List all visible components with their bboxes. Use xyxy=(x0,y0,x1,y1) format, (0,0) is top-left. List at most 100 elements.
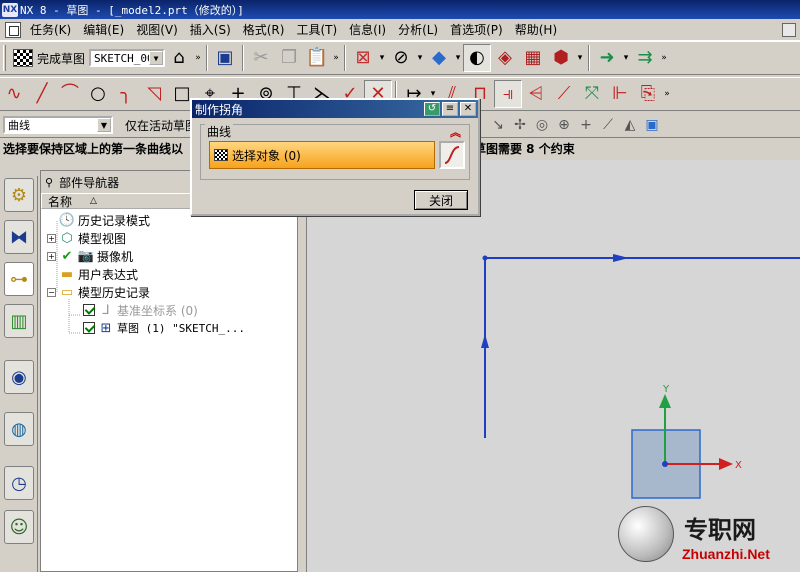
axis-x-label: X xyxy=(735,460,742,471)
collapse-chevron-icon[interactable]: ︽ xyxy=(450,124,461,140)
library-books-icon: ▥ xyxy=(10,310,28,332)
tree-row-label: 模型视图 xyxy=(78,231,127,246)
menu-info[interactable]: 信息(I) xyxy=(343,21,392,38)
clock-icon: ◷ xyxy=(11,472,27,494)
show-dof-button[interactable]: ⩤ xyxy=(522,80,550,108)
collapse-minus-icon[interactable]: − xyxy=(47,287,56,297)
tree-row-model-views[interactable]: + ⬡ 模型视图 xyxy=(41,229,297,247)
layer-button[interactable]: ⬢ xyxy=(547,44,575,72)
menu-help[interactable]: 帮助(H) xyxy=(509,21,563,38)
line-button[interactable]: ╱ xyxy=(28,80,56,108)
dialog-title-buttons: ↺ ≡ ✕ xyxy=(424,102,476,116)
selection-scope-label[interactable]: 仅在活动草图 xyxy=(125,117,197,134)
point-on-face-icon[interactable]: ◭ xyxy=(622,116,638,134)
dialog-reset-icon[interactable]: ↺ xyxy=(424,102,440,116)
fit-view-button[interactable]: ⊠ xyxy=(349,44,377,72)
menu-edit[interactable]: 编辑(E) xyxy=(77,21,130,38)
menu-task[interactable]: 任务(K) xyxy=(24,21,77,38)
show-constraints-button[interactable]: ⫣ xyxy=(494,80,522,108)
feature-visibility-checkbox[interactable] xyxy=(83,322,95,334)
history-tab[interactable]: ◷ xyxy=(4,466,34,500)
select-object-label: 选择对象 (0) xyxy=(232,148,301,163)
menu-format[interactable]: 格式(R) xyxy=(237,21,291,38)
cut-button[interactable]: ✂ xyxy=(247,44,275,72)
tree-row-model-history[interactable]: − ▭ 模型历史记录 xyxy=(41,283,297,301)
tree-row-cameras[interactable]: + ✔ 📷 摄像机 xyxy=(41,247,297,265)
web-browser-tab[interactable]: ◍ xyxy=(4,412,34,446)
pin-icon[interactable]: ⚲ xyxy=(45,176,53,189)
wcs-button[interactable]: ▦ xyxy=(519,44,547,72)
chevron-down-icon[interactable]: ▾ xyxy=(621,53,631,63)
profile-button[interactable]: ∿ xyxy=(0,80,28,108)
point-on-curve-icon[interactable]: ⟋ xyxy=(600,116,616,134)
dialog-close-icon[interactable]: ✕ xyxy=(460,102,476,116)
more-icon[interactable]: » xyxy=(662,89,672,99)
circle-button[interactable]: ○ xyxy=(84,80,112,108)
menu-preferences[interactable]: 首选项(P) xyxy=(444,21,509,38)
save-button[interactable]: ▣ xyxy=(211,44,239,72)
reuse-library-tab[interactable]: ▥ xyxy=(4,304,34,338)
finish-sketch-button[interactable]: 完成草图 xyxy=(9,44,89,72)
chevron-down-icon[interactable]: ▼ xyxy=(97,118,111,132)
more-icon[interactable]: » xyxy=(331,53,341,63)
csys-origin xyxy=(662,461,668,467)
orient-view-icon: ⊘ xyxy=(393,47,409,68)
tree-row-user-expressions[interactable]: ▬ 用户表达式 xyxy=(41,265,297,283)
menu-analysis[interactable]: 分析(L) xyxy=(392,21,444,38)
copy-button[interactable]: ❐ xyxy=(275,44,303,72)
menu-view[interactable]: 视图(V) xyxy=(130,21,184,38)
sketch-orient-button[interactable]: ⌂ xyxy=(165,44,193,72)
sketch-curves xyxy=(484,257,800,438)
more-icon[interactable]: » xyxy=(193,53,203,63)
selection-cube-icon[interactable]: ▣ xyxy=(644,116,660,134)
orient-view-button[interactable]: ⊘ xyxy=(387,44,415,72)
expand-plus-icon[interactable]: + xyxy=(47,251,56,261)
tree-row-datum-csys[interactable]: ⅃ 基准坐标系 (0) xyxy=(41,301,297,319)
roles-tab[interactable]: ☺ xyxy=(4,510,34,544)
constraint-navigator-tab[interactable]: ⧓ xyxy=(4,220,34,254)
axis-x-arrow-icon xyxy=(719,458,733,470)
create-inferred-button[interactable]: ⎘ xyxy=(634,80,662,108)
more-icon[interactable]: » xyxy=(659,53,669,63)
restore-window-icon[interactable] xyxy=(782,22,796,37)
dialog-menu-icon[interactable]: ≡ xyxy=(442,102,458,116)
chevron-down-icon[interactable]: ▾ xyxy=(377,53,387,63)
show-hide-button[interactable]: ◐ xyxy=(463,44,492,72)
chevron-down-icon[interactable]: ▾ xyxy=(575,53,585,63)
toolbar-grip[interactable] xyxy=(3,45,6,71)
alternate-solution-button[interactable]: ⤧ xyxy=(578,80,606,108)
move-object-button[interactable]: ➜ xyxy=(593,44,621,72)
section-view-button[interactable]: ◈ xyxy=(491,44,519,72)
fillet-button[interactable]: ╮ xyxy=(112,80,140,108)
close-button[interactable]: 关闭 xyxy=(414,190,468,210)
render-style-button[interactable]: ◆ xyxy=(425,44,453,72)
type-filter-select[interactable]: 曲线 ▼ xyxy=(3,116,113,134)
feature-visibility-checkbox[interactable] xyxy=(83,304,95,316)
part-navigator-tab[interactable]: ⊶ xyxy=(4,262,34,296)
dialog-title-bar[interactable]: 制作拐角 ↺ ≡ ✕ xyxy=(192,100,478,118)
menu-tools[interactable]: 工具(T) xyxy=(290,21,343,38)
hd3d-tools-tab[interactable]: ◉ xyxy=(4,360,34,394)
inferred-constraints-button[interactable]: ⊩ xyxy=(606,80,634,108)
expand-plus-icon[interactable]: + xyxy=(47,233,56,243)
quadrant-icon[interactable]: ⊕ xyxy=(556,116,572,134)
chevron-down-icon[interactable]: ▾ xyxy=(415,53,425,63)
intersection-icon[interactable]: ✢ xyxy=(512,116,528,134)
analysis-button[interactable]: ⇉ xyxy=(631,44,659,72)
chevron-down-icon[interactable]: ▾ xyxy=(453,53,463,63)
menu-insert[interactable]: 插入(S) xyxy=(184,21,237,38)
tree-row-sketch[interactable]: ⊞ 草图 (1) "SKETCH_... xyxy=(41,319,297,337)
arc-center-icon[interactable]: ◎ xyxy=(534,116,550,134)
paste-button[interactable]: 📋 xyxy=(303,44,331,72)
chevron-down-icon[interactable]: ▼ xyxy=(149,51,164,65)
convert-reference-button[interactable]: ⟋ xyxy=(550,80,578,108)
arc-button[interactable]: ⌒ xyxy=(56,80,84,108)
chamfer-button[interactable]: ◹ xyxy=(140,80,168,108)
select-curve-button[interactable] xyxy=(439,141,465,169)
existing-point-icon[interactable]: + xyxy=(578,116,594,134)
assembly-navigator-tab[interactable]: ⚙ xyxy=(4,178,34,212)
select-object-row[interactable]: 选择对象 (0) xyxy=(209,141,435,169)
mid-point-icon[interactable]: ↘ xyxy=(490,116,506,134)
app-menu-icon[interactable] xyxy=(5,21,21,38)
sketch-name-select[interactable]: SKETCH_000 ▼ xyxy=(89,49,166,67)
